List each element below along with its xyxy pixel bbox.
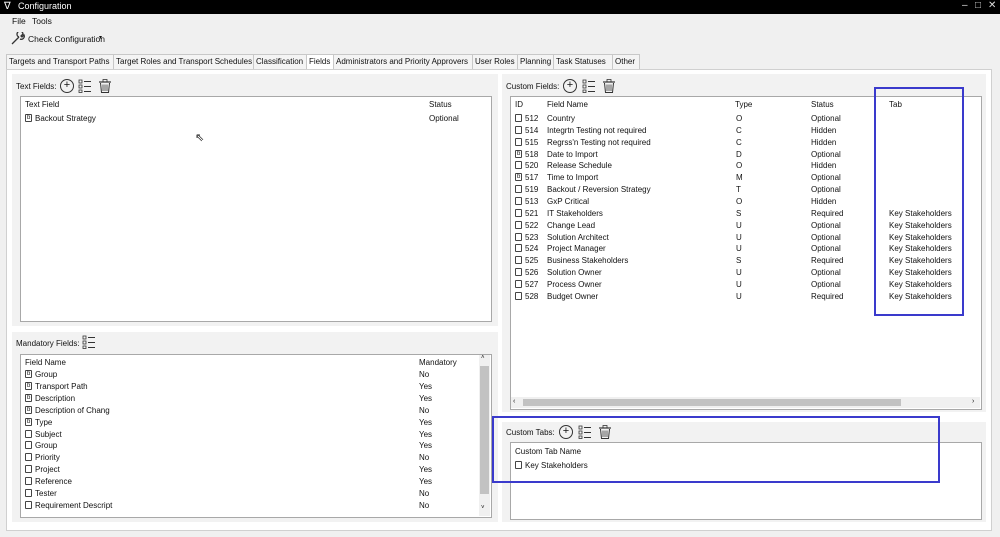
toolbar: Check Configuration ▾	[0, 29, 1000, 51]
field-icon	[25, 441, 32, 450]
tab-administrators[interactable]: Administrators and Priority Approvers	[333, 54, 475, 69]
column-header-mandatory: Mandatory	[419, 358, 457, 367]
column-header-status: Status	[429, 100, 452, 109]
field-icon	[25, 477, 32, 486]
field-icon	[25, 404, 32, 416]
tab-column-highlight	[874, 87, 964, 316]
scrollbar-thumb[interactable]	[480, 366, 489, 494]
column-header-type: Type	[735, 100, 753, 109]
wrench-icon	[11, 32, 25, 45]
text-fields-list: Text Field Status Backout Strategy Optio…	[20, 96, 492, 322]
field-icon	[25, 429, 32, 438]
check-configuration-button[interactable]: Check Configuration ▾	[10, 31, 110, 47]
table-row[interactable]: Subject Yes	[23, 429, 473, 441]
tab-user-roles[interactable]: User Roles	[472, 54, 520, 69]
table-row[interactable]: TypeYes	[23, 416, 473, 429]
field-icon	[515, 137, 522, 146]
field-icon	[515, 232, 522, 241]
field-icon	[515, 171, 522, 183]
field-icon	[25, 416, 32, 428]
field-icon	[25, 392, 32, 404]
table-row[interactable]: Backout Strategy Optional	[23, 112, 487, 125]
add-icon[interactable]: +	[60, 79, 74, 93]
field-icon	[25, 489, 32, 497]
field-icon	[515, 208, 522, 217]
restore-icon[interactable]: □	[975, 0, 981, 11]
mandatory-fields-group: Mandatory Fields: Field Name Mandatory G…	[12, 332, 498, 522]
mandatory-fields-label: Mandatory Fields:	[16, 339, 80, 348]
close-icon[interactable]: ✕	[988, 0, 996, 11]
field-icon	[515, 256, 522, 265]
custom-tabs-highlight	[492, 416, 940, 483]
tab-task-statuses[interactable]: Task Statuses	[553, 54, 615, 69]
field-icon	[25, 368, 32, 380]
field-icon	[25, 112, 32, 124]
tab-target-roles[interactable]: Target Roles and Transport Schedules	[113, 54, 256, 69]
field-icon	[515, 279, 522, 288]
vertical-scrollbar[interactable]: ˄ ˅	[479, 355, 490, 516]
mouse-cursor-icon: ⇖	[195, 132, 205, 144]
window-title: Configuration	[18, 1, 72, 11]
scroll-down-icon[interactable]: ˅	[481, 505, 485, 511]
list-edit-icon[interactable]	[78, 79, 92, 93]
text-fields-group: Text Fields: + Text Field Status Backout…	[12, 74, 498, 326]
table-row[interactable]: Project Yes	[23, 464, 473, 476]
field-icon	[515, 220, 522, 229]
custom-fields-label: Custom Fields:	[506, 82, 560, 91]
text-fields-label: Text Fields:	[16, 82, 57, 91]
field-icon	[515, 244, 522, 253]
field-icon	[515, 161, 522, 170]
column-header-text-field: Text Field	[25, 100, 60, 109]
trash-icon[interactable]	[602, 79, 616, 93]
menu-file[interactable]: File	[12, 16, 26, 26]
tab-other[interactable]: Other	[612, 54, 640, 69]
field-icon	[515, 185, 522, 194]
field-icon	[515, 291, 522, 300]
scroll-left-icon[interactable]: ‹	[513, 398, 515, 405]
field-icon	[515, 114, 522, 122]
app-logo-icon: ∇	[4, 1, 11, 12]
list-edit-icon[interactable]	[582, 79, 596, 93]
column-header-field-name: Field Name	[25, 358, 66, 367]
tab-targets-transport-paths[interactable]: Targets and Transport Paths	[6, 54, 116, 69]
field-icon	[515, 196, 522, 205]
column-header-field-name: Field Name	[547, 100, 588, 109]
table-row[interactable]: Tester No	[23, 488, 473, 500]
trash-icon[interactable]	[98, 79, 112, 93]
field-icon	[515, 268, 522, 277]
menu-tools[interactable]: Tools	[32, 16, 52, 26]
table-row[interactable]: Group Yes	[23, 440, 473, 452]
list-edit-icon[interactable]	[82, 335, 96, 349]
column-header-status: Status	[811, 100, 834, 109]
table-row[interactable]: DescriptionYes	[23, 392, 473, 405]
scrollbar-thumb[interactable]	[523, 399, 901, 406]
tab-planning[interactable]: Planning	[517, 54, 556, 69]
tab-fields[interactable]: Fields	[306, 54, 336, 70]
horizontal-scrollbar[interactable]: ‹ ›	[511, 397, 980, 408]
table-row[interactable]: Description of ChangNo	[23, 404, 473, 417]
field-icon	[25, 453, 32, 462]
table-row[interactable]: Transport PathYes	[23, 380, 473, 393]
table-row[interactable]: Requirement Descript No	[23, 500, 473, 512]
scroll-up-icon[interactable]: ˄	[481, 355, 485, 361]
field-icon	[515, 125, 522, 134]
minimize-icon[interactable]: –	[962, 0, 968, 11]
tab-classification[interactable]: Classification	[253, 54, 309, 69]
check-configuration-label: Check Configuration	[28, 34, 106, 44]
table-row[interactable]: Reference Yes	[23, 476, 473, 488]
mandatory-fields-list: Field Name Mandatory GroupNoTransport Pa…	[20, 354, 492, 518]
add-icon[interactable]: +	[563, 79, 577, 93]
scroll-right-icon[interactable]: ›	[972, 398, 974, 405]
field-icon	[25, 500, 32, 509]
dropdown-arrow-icon: ▾	[99, 35, 103, 41]
field-icon	[25, 380, 32, 392]
field-icon	[25, 465, 32, 474]
field-icon	[515, 148, 522, 160]
title-bar: ∇ Configuration – □ ✕	[0, 0, 1000, 14]
menu-bar: File Tools	[0, 14, 1000, 28]
table-row[interactable]: Priority No	[23, 452, 473, 464]
column-header-id: ID	[515, 100, 523, 109]
table-row[interactable]: GroupNo	[23, 368, 473, 381]
